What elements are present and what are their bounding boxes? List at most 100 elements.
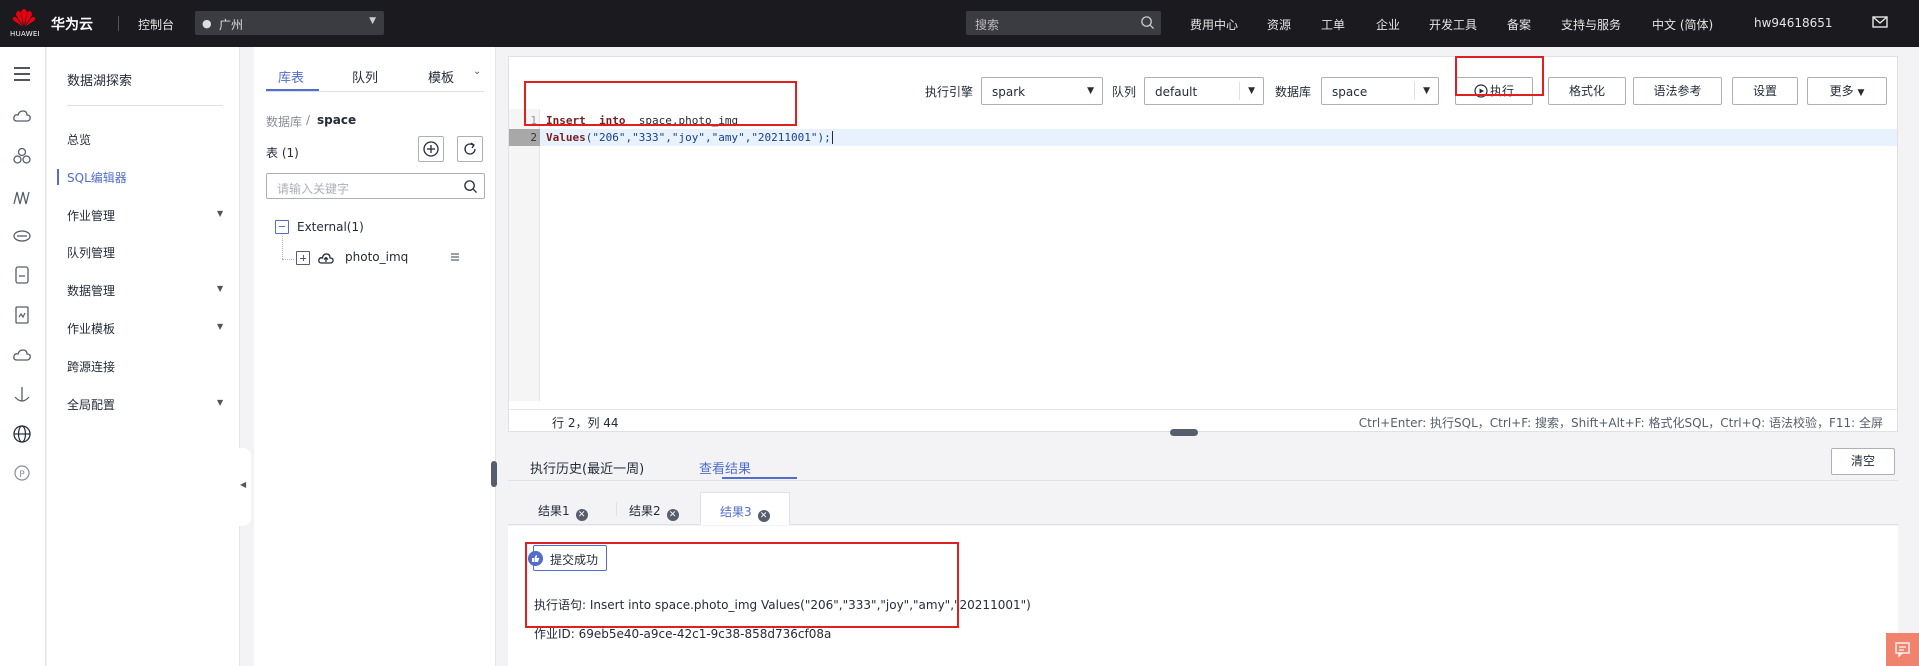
tab-view-results[interactable]: 查看结果 (699, 458, 751, 477)
chevron-down-icon: ▼ (1248, 86, 1255, 96)
tree-node-table[interactable]: photo_imq (345, 250, 408, 264)
info-circle-icon[interactable]: P (12, 463, 32, 483)
clear-button[interactable]: 清空 (1831, 448, 1895, 475)
search-icon[interactable] (1140, 15, 1155, 30)
more-button[interactable]: 更多 ▼ (1807, 77, 1887, 105)
code-editor[interactable]: 1 2 Insert into space.photo_img Values("… (509, 109, 1897, 401)
sidebar-item-sql-editor[interactable]: SQL编辑器 (67, 169, 127, 186)
chevron-left-icon: ◀ (240, 480, 247, 489)
result-tab-3[interactable]: 结果3 ✕ (700, 492, 790, 525)
tab-databases[interactable]: 库表 (278, 67, 304, 86)
sidebar-item-global-config[interactable]: 全局配置 (67, 396, 115, 413)
sidebar-item-job-management[interactable]: 作业管理 (67, 207, 115, 224)
nav-language[interactable]: 中文 (简体) (1652, 16, 1713, 33)
active-tab-underline (722, 477, 797, 479)
console-link[interactable]: 控制台 (138, 16, 174, 33)
sidebar-item-queue-management[interactable]: 队列管理 (67, 244, 115, 261)
engine-value: spark (992, 85, 1026, 99)
queue-value: default (1155, 85, 1198, 99)
refresh-button[interactable] (457, 136, 483, 162)
keyboard-shortcuts-hint: Ctrl+Enter: 执行SQL，Ctrl+F: 搜索，Shift+Alt+F… (1358, 416, 1883, 430)
tree-connector (282, 259, 294, 260)
close-icon[interactable]: ✕ (666, 509, 679, 521)
database-cloud-icon[interactable] (12, 226, 32, 246)
close-icon[interactable]: ✕ (757, 510, 770, 522)
divider (67, 105, 223, 106)
nav-dev-tools[interactable]: 开发工具 (1429, 16, 1477, 33)
resize-handle[interactable] (1170, 429, 1198, 436)
database-label: 数据库 (1275, 85, 1312, 99)
brand-name[interactable]: 华为云 (51, 14, 93, 34)
huawei-logo[interactable]: HUAWEI (8, 6, 40, 40)
tree-node-external[interactable]: External(1) (297, 220, 364, 234)
chevron-down-icon[interactable]: ▼ (217, 284, 223, 293)
feedback-icon (1895, 642, 1910, 658)
result-tab-1[interactable]: 结果1 ✕ (538, 492, 588, 525)
queue-select[interactable]: default ▼ (1144, 77, 1264, 105)
sidebar-item-datasource-connections[interactable]: 跨源连接 (67, 358, 115, 375)
line-number-gutter: 1 2 (509, 109, 540, 401)
cluster-icon[interactable] (12, 146, 32, 166)
global-search-input[interactable]: 搜索 (966, 11, 1161, 35)
cloud-server-icon[interactable] (12, 106, 32, 126)
sidebar-collapse-button[interactable]: ◀ (233, 448, 251, 526)
nav-resources[interactable]: 资源 (1267, 16, 1291, 33)
sidebar-item-overview[interactable]: 总览 (67, 131, 91, 148)
menu-icon[interactable] (12, 64, 32, 84)
chevron-down-icon[interactable]: ▼ (217, 398, 223, 407)
sidebar-item-data-management[interactable]: 数据管理 (67, 282, 115, 299)
globe-icon[interactable] (12, 424, 32, 444)
sidebar-item-job-templates[interactable]: 作业模板 (67, 320, 115, 337)
tab-templates[interactable]: 模板 (428, 67, 454, 86)
close-icon[interactable]: ✕ (575, 509, 588, 521)
location-pin-icon: ● (202, 17, 212, 30)
table-count: 表 (1) (266, 146, 299, 160)
text-cursor: ​ (831, 131, 833, 144)
collapse-icon[interactable] (275, 220, 289, 234)
search-icon[interactable] (463, 179, 478, 194)
document-icon[interactable] (12, 305, 32, 325)
line-number: 2 (509, 129, 540, 146)
database-select[interactable]: space ▼ (1321, 77, 1439, 105)
chevron-down-icon[interactable]: ⌄ (473, 66, 481, 77)
expand-icon[interactable] (296, 251, 310, 265)
nav-tickets[interactable]: 工单 (1321, 16, 1345, 33)
tab-queues[interactable]: 队列 (352, 67, 378, 86)
add-table-button[interactable] (418, 136, 444, 162)
chevron-down-icon[interactable]: ▼ (217, 322, 223, 331)
analytics-icon[interactable] (12, 187, 32, 207)
settings-button[interactable]: 设置 (1732, 77, 1798, 105)
region-selector[interactable]: ● 广州 ▼ (195, 11, 384, 35)
mail-icon[interactable] (1871, 13, 1889, 31)
panel-splitter-handle[interactable] (491, 461, 497, 487)
nav-support[interactable]: 支持与服务 (1561, 16, 1621, 33)
nav-icp[interactable]: 备案 (1507, 16, 1531, 33)
cursor-position: 行 2，列 44 (552, 416, 619, 430)
format-button[interactable]: 格式化 (1548, 77, 1626, 105)
engine-select[interactable]: spark ▼ (981, 77, 1103, 105)
nav-user[interactable]: hw94618651 (1754, 16, 1833, 30)
divider (1239, 82, 1240, 100)
top-bar: HUAWEI 华为云 控制台 ● 广州 ▼ 搜索 费用中心 资源 工单 企业 开… (0, 0, 1919, 47)
nav-enterprise[interactable]: 企业 (1376, 16, 1400, 33)
chevron-down-icon[interactable]: ▼ (217, 209, 223, 218)
cloud-icon[interactable] (12, 345, 32, 365)
chevron-down-icon: ▼ (369, 16, 376, 26)
cloud-upload-icon (318, 253, 334, 264)
editor-status-bar: 行 2，列 44 Ctrl+Enter: 执行SQL，Ctrl+F: 搜索，Sh… (509, 409, 1897, 431)
anchor-icon[interactable] (12, 385, 32, 405)
logo-text: HUAWEI (10, 30, 41, 38)
syntax-reference-button[interactable]: 语法参考 (1633, 77, 1722, 105)
more-menu-icon[interactable] (449, 251, 461, 263)
result-tabs: 结果1 ✕ 结果2 ✕ 结果3 ✕ (508, 492, 1898, 525)
table-search-input[interactable]: 请输入关键字 (266, 173, 485, 199)
tab-execution-history[interactable]: 执行历史(最近一周) (530, 458, 644, 477)
breadcrumb-database[interactable]: 数据库 (266, 113, 302, 130)
more-label: 更多 (1829, 84, 1854, 98)
feedback-button[interactable] (1886, 633, 1919, 666)
chevron-down-icon: ▼ (1087, 86, 1094, 96)
sql-values: ("206","333","joy","amy","20211001"); (585, 131, 831, 144)
nav-billing[interactable]: 费用中心 (1190, 16, 1238, 33)
result-tab-2[interactable]: 结果2 ✕ (629, 492, 679, 525)
storage-icon[interactable] (12, 265, 32, 285)
